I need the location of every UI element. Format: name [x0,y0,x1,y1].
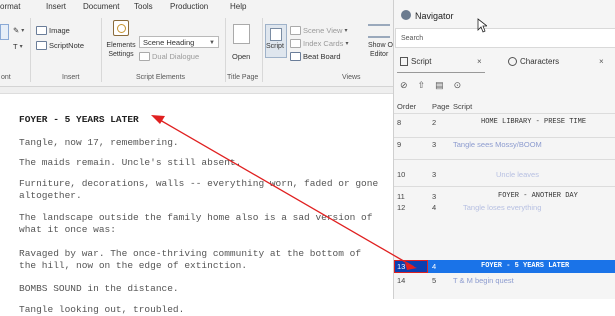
chevron-down-icon: ▼ [209,40,215,46]
tab-characters[interactable]: Characters [508,57,559,66]
settings-icon[interactable]: ⊙ [454,80,462,91]
list-item-selected[interactable]: 13 4 FOYER - 5 YEARS LATER [394,260,615,273]
column-header-order[interactable]: Order [397,102,416,111]
action-line[interactable]: Furniture, decorations, walls -- everyth… [19,178,379,201]
tab-tools[interactable]: Tools [134,2,153,11]
group-label-font: ont [1,74,11,81]
characters-icon [508,57,517,66]
tab-document[interactable]: Document [83,2,119,11]
elements-settings-button[interactable]: Elements Settings [104,18,138,72]
action-line[interactable]: Tangle, now 17, remembering. [19,137,379,149]
scene-heading[interactable]: FOYER - 5 YEARS LATER [19,114,139,125]
tab-script[interactable]: Script [400,57,431,66]
navigator-panel: Navigator Search Script × Characters × ⊘… [393,0,615,299]
active-tab-indicator [397,72,485,73]
index-cards-icon [290,39,301,48]
action-line[interactable]: The maids remain. Uncle's still absent. [19,157,379,169]
element-type-dropdown[interactable]: Scene Heading ▼ [139,36,219,48]
elements-settings-icon [113,20,129,36]
group-divider [30,18,31,82]
outline-icon [368,24,390,38]
action-line[interactable]: Ravaged by war. The once-thriving commun… [19,248,379,271]
dual-dialogue-button[interactable]: Dual Dialogue [139,52,199,61]
share-icon[interactable]: ⇧ [418,80,426,91]
column-header-page[interactable]: Page [432,102,450,111]
pen-dropdown[interactable]: ✎ ▾ [13,26,24,35]
close-icon[interactable]: × [477,57,482,66]
navigator-toolbar: ⊘ ⇧ ▤ ⊙ [394,76,615,94]
tab-production[interactable]: Production [170,2,208,11]
title-page-icon [233,24,250,44]
show-outline-editor-button[interactable]: Show Outli Editor [366,22,402,62]
tab-format[interactable]: ormat [0,2,20,11]
column-header-script[interactable]: Script [453,102,472,111]
page-edge [0,87,393,94]
script-view-icon [270,28,282,41]
link-icon[interactable]: ⊘ [400,80,408,91]
close-icon[interactable]: × [599,57,604,66]
scene-view-button[interactable]: Scene View ▾ [290,26,348,35]
group-divider [225,18,226,82]
script-view-button[interactable]: Script [265,24,287,58]
group-divider [101,18,102,82]
mouse-cursor-icon [477,18,487,33]
tab-help[interactable]: Help [230,2,246,11]
navigator-logo-icon [401,10,411,20]
group-label-insert: Insert [62,74,80,81]
tab-insert[interactable]: Insert [46,2,66,11]
image-icon [36,26,47,35]
ribbon: ✎ ▾ T ▾ ont Image ScriptNote Insert Elem… [0,14,402,87]
row-divider [394,113,615,114]
scriptnote-icon [36,41,47,50]
navigator-title: Navigator [415,11,454,21]
document-icon[interactable]: ▤ [435,80,444,91]
navigator-search-input[interactable]: Search [395,28,615,48]
group-label-script-elements: Script Elements [136,74,186,81]
action-line[interactable]: Tangle looking out, troubled. [19,304,379,316]
group-label-views: Views [342,74,361,81]
font-control[interactable] [0,24,9,40]
scene-view-icon [290,26,301,35]
title-page-open-button[interactable]: Open [232,52,250,61]
script-editor[interactable]: FOYER - 5 YEARS LATER Tangle, now 17, re… [0,87,393,315]
insert-scriptnote-button[interactable]: ScriptNote [36,41,84,50]
row-divider [394,159,615,160]
action-line[interactable]: The landscape outside the family home al… [19,212,379,235]
ribbon-tab-bar: ormat Insert Document Tools Production H… [0,0,393,14]
group-divider [262,18,263,82]
group-label-title-page: Title Page [227,74,259,81]
elements-settings-label: Elements Settings [106,42,136,58]
row-divider [394,137,615,138]
navigator-tabs: Script × Characters × [394,52,615,72]
row-divider [394,186,615,187]
text-dropdown[interactable]: T ▾ [13,42,23,51]
dual-dialogue-icon [139,52,150,61]
beat-board-icon [290,52,301,61]
index-cards-button[interactable]: Index Cards ▾ [290,39,348,48]
insert-image-button[interactable]: Image [36,26,70,35]
script-icon [400,57,408,66]
action-line[interactable]: BOMBS SOUND in the distance. [19,283,379,295]
beat-board-button[interactable]: Beat Board [290,52,341,61]
